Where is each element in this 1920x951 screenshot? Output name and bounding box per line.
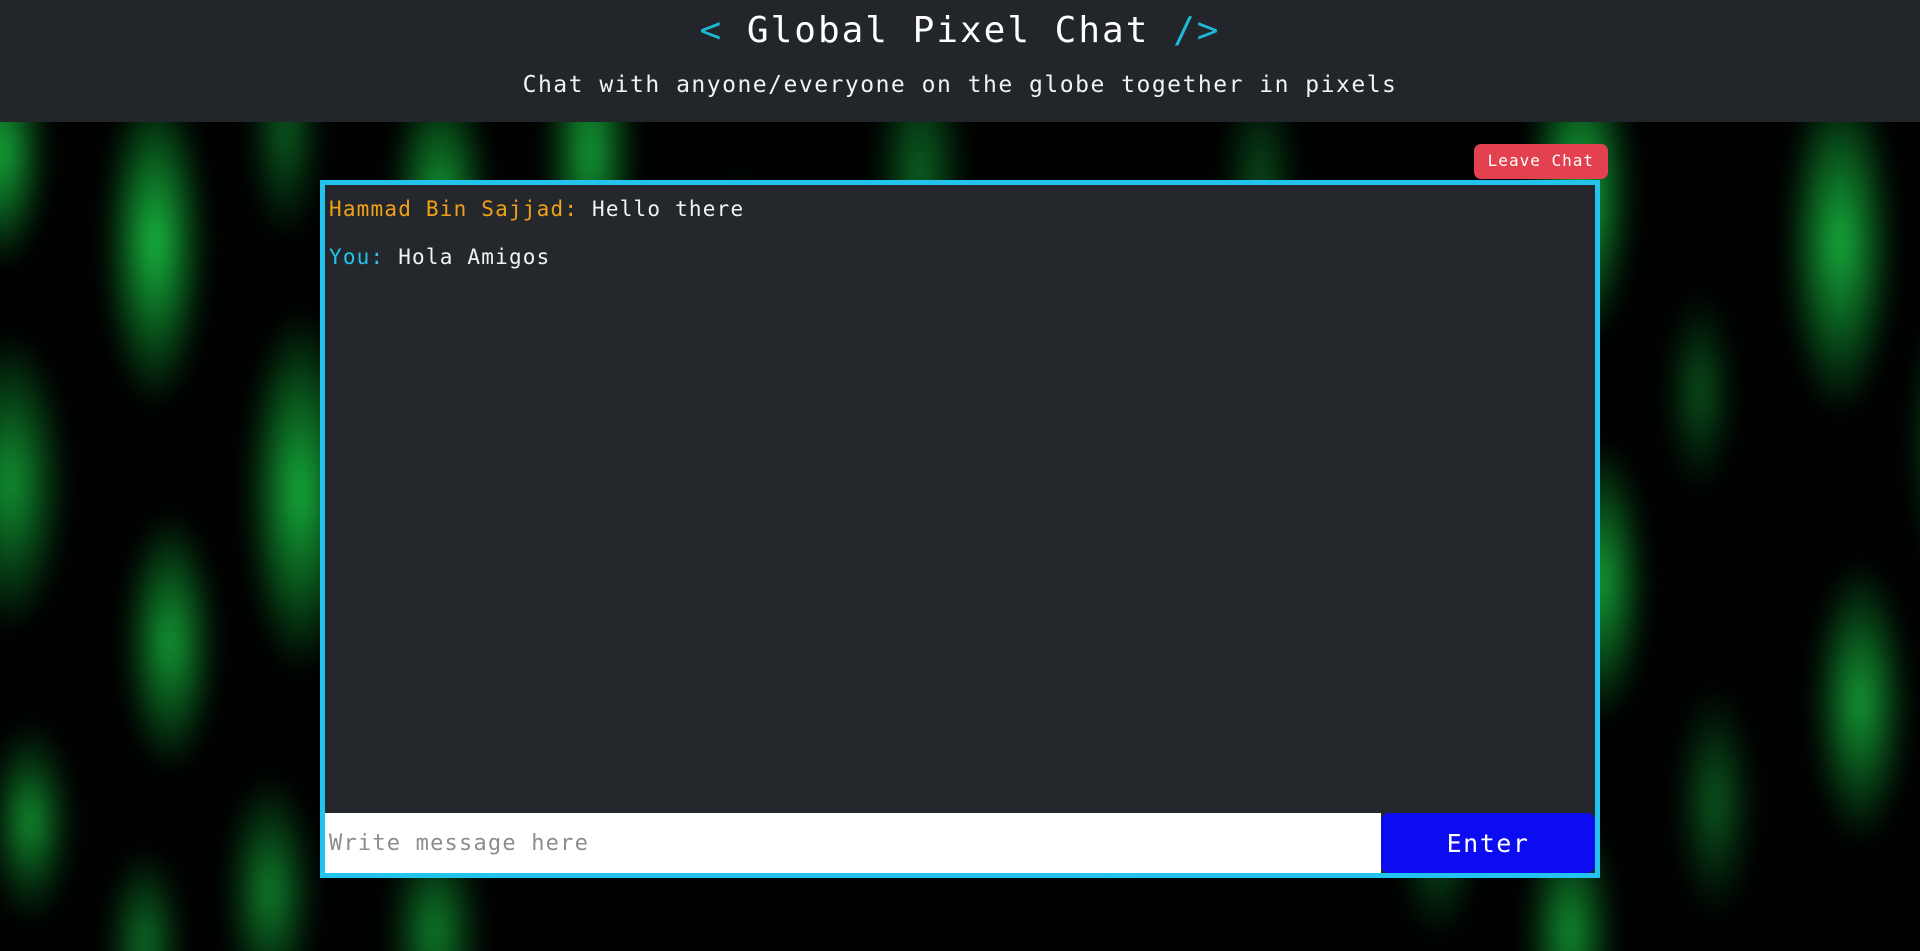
message-list[interactable]: Hammad Bin Sajjad: Hello there You: Hola …: [325, 185, 1595, 813]
chat-panel: Hammad Bin Sajjad: Hello there You: Hola …: [320, 180, 1600, 878]
send-message-button[interactable]: Enter: [1381, 813, 1595, 873]
title-close-bracket-icon: />: [1173, 10, 1221, 51]
title-spacer-2: [1149, 10, 1173, 51]
title-spacer-1: [723, 10, 747, 51]
title-text: Global Pixel Chat: [746, 10, 1150, 51]
app-root: < Global Pixel Chat /> Chat with anyone/…: [0, 0, 1920, 951]
title-open-bracket-icon: <: [699, 10, 724, 51]
page-header: < Global Pixel Chat /> Chat with anyone/…: [0, 0, 1920, 122]
page-subtitle: Chat with anyone/everyone on the globe t…: [522, 72, 1398, 98]
message-composer: Enter: [325, 813, 1595, 873]
message-text: Hello there: [592, 197, 745, 221]
message-text: Hola Amigos: [398, 245, 551, 269]
message-input[interactable]: [325, 813, 1381, 873]
message-sender-self: You:: [329, 245, 399, 269]
chat-message: Hammad Bin Sajjad: Hello there: [325, 199, 1595, 220]
message-sender: Hammad Bin Sajjad:: [329, 197, 593, 221]
page-title: < Global Pixel Chat />: [0, 0, 1920, 49]
chat-message: You: Hola Amigos: [325, 247, 1595, 268]
leave-chat-button[interactable]: Leave Chat: [1473, 144, 1608, 179]
